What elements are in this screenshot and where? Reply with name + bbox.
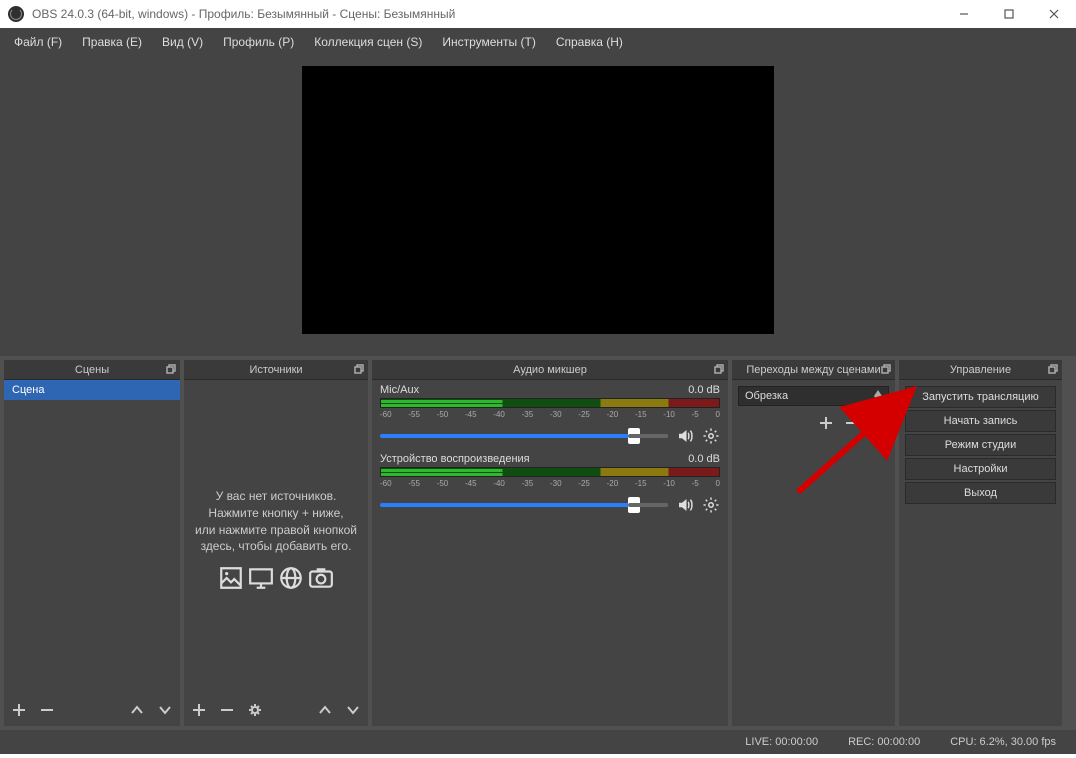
start-stream-button[interactable]: Запустить трансляцию xyxy=(905,386,1056,408)
mixer-item: Устройство воспроизведения 0.0 dB -60-55-… xyxy=(372,449,728,518)
transitions-header: Переходы между сценами xyxy=(732,360,895,380)
move-scene-down-button[interactable] xyxy=(156,701,174,719)
mixer-header: Аудио микшер xyxy=(372,360,728,380)
volume-slider[interactable] xyxy=(380,434,668,438)
mixer-panel: Аудио микшер Mic/Aux 0.0 dB -60-55-50-45-… xyxy=(372,360,728,726)
preview-area xyxy=(0,56,1076,356)
scene-item[interactable]: Сцена xyxy=(4,380,180,400)
studio-mode-button[interactable]: Режим студии xyxy=(905,434,1056,456)
move-source-up-button[interactable] xyxy=(316,701,334,719)
meter-ticks: -60-55-50-45-40-35-30-25-20-15-10-50 xyxy=(380,479,720,488)
titlebar: OBS 24.0.3 (64-bit, windows) - Профиль: … xyxy=(0,0,1076,28)
meter-ticks: -60-55-50-45-40-35-30-25-20-15-10-50 xyxy=(380,410,720,419)
spinner-icon xyxy=(874,390,882,402)
move-source-down-button[interactable] xyxy=(344,701,362,719)
sources-header: Источники xyxy=(184,360,368,380)
add-transition-button[interactable] xyxy=(819,416,833,435)
mixer-name: Устройство воспроизведения xyxy=(380,453,530,465)
undock-icon[interactable] xyxy=(714,364,724,374)
transitions-panel: Переходы между сценами Обрезка xyxy=(732,360,895,726)
mixer-level: 0.0 dB xyxy=(688,384,720,396)
gear-icon[interactable] xyxy=(702,427,720,445)
remove-scene-button[interactable] xyxy=(38,701,56,719)
undock-icon[interactable] xyxy=(881,364,891,374)
status-live: LIVE: 00:00:00 xyxy=(745,736,818,748)
minimize-button[interactable] xyxy=(941,0,986,28)
settings-button[interactable]: Настройки xyxy=(905,458,1056,480)
scenes-panel: Сцены Сцена xyxy=(4,360,180,726)
add-scene-button[interactable] xyxy=(10,701,28,719)
controls-header: Управление xyxy=(899,360,1062,380)
status-cpu: CPU: 6.2%, 30.00 fps xyxy=(950,736,1056,748)
mixer-item: Mic/Aux 0.0 dB -60-55-50-45-40-35-30-25-2… xyxy=(372,380,728,449)
start-record-button[interactable]: Начать запись xyxy=(905,410,1056,432)
menu-edit[interactable]: Правка (E) xyxy=(72,31,152,53)
status-rec: REC: 00:00:00 xyxy=(848,736,920,748)
add-source-button[interactable] xyxy=(190,701,208,719)
menubar: Файл (F) Правка (E) Вид (V) Профиль (P) … xyxy=(0,28,1076,56)
audio-meter xyxy=(380,398,720,408)
speaker-icon[interactable] xyxy=(676,427,694,445)
browser-source-icon xyxy=(278,565,304,596)
remove-transition-button[interactable] xyxy=(845,416,859,435)
obs-logo-icon xyxy=(8,6,24,22)
preview-canvas[interactable] xyxy=(302,66,774,334)
mixer-name: Mic/Aux xyxy=(380,384,419,396)
undock-icon[interactable] xyxy=(166,364,176,374)
close-button[interactable] xyxy=(1031,0,1076,28)
mixer-level: 0.0 dB xyxy=(688,453,720,465)
move-scene-up-button[interactable] xyxy=(128,701,146,719)
empty-sources-message: У вас нет источников. Нажмите кнопку + н… xyxy=(184,488,368,596)
transition-select[interactable]: Обрезка xyxy=(738,386,889,406)
menu-file[interactable]: Файл (F) xyxy=(4,31,72,53)
controls-panel: Управление Запустить трансляцию Начать з… xyxy=(899,360,1062,726)
menu-scene-collection[interactable]: Коллекция сцен (S) xyxy=(304,31,432,53)
menu-profile[interactable]: Профиль (P) xyxy=(213,31,304,53)
scenes-header: Сцены xyxy=(4,360,180,380)
image-source-icon xyxy=(218,565,244,596)
volume-slider[interactable] xyxy=(380,503,668,507)
statusbar: LIVE: 00:00:00 REC: 00:00:00 CPU: 6.2%, … xyxy=(0,730,1076,754)
exit-button[interactable]: Выход xyxy=(905,482,1056,504)
transition-properties-button[interactable] xyxy=(871,416,885,435)
menu-tools[interactable]: Инструменты (T) xyxy=(432,31,545,53)
window-title: OBS 24.0.3 (64-bit, windows) - Профиль: … xyxy=(32,7,455,21)
maximize-button[interactable] xyxy=(986,0,1031,28)
speaker-icon[interactable] xyxy=(676,496,694,514)
camera-source-icon xyxy=(308,565,334,596)
remove-source-button[interactable] xyxy=(218,701,236,719)
undock-icon[interactable] xyxy=(1048,364,1058,374)
undock-icon[interactable] xyxy=(354,364,364,374)
gear-icon[interactable] xyxy=(702,496,720,514)
sources-panel: Источники У вас нет источников. Нажмите … xyxy=(184,360,368,726)
audio-meter xyxy=(380,467,720,477)
menu-help[interactable]: Справка (H) xyxy=(546,31,633,53)
menu-view[interactable]: Вид (V) xyxy=(152,31,213,53)
display-source-icon xyxy=(248,565,274,596)
source-properties-button[interactable] xyxy=(246,701,264,719)
